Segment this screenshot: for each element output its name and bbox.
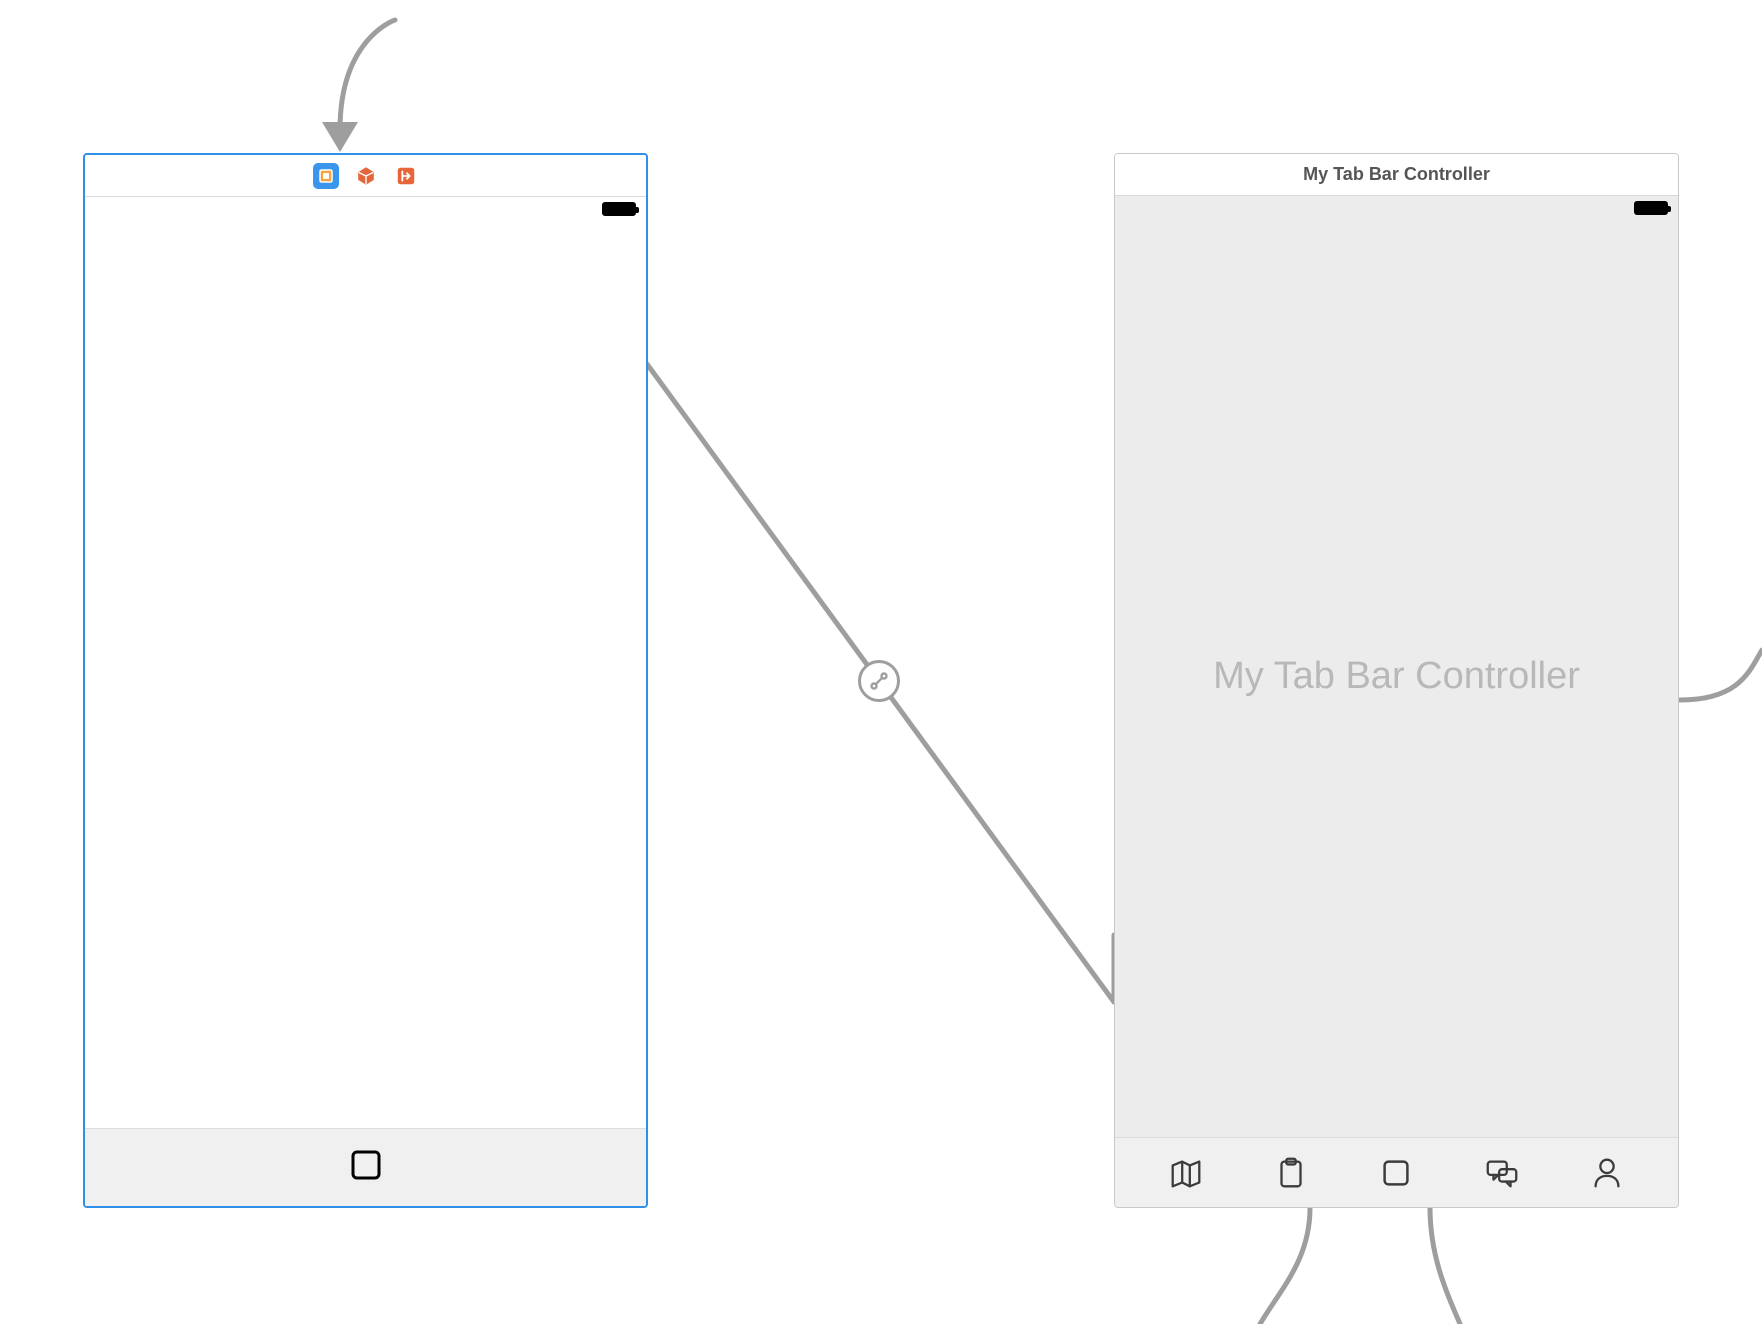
- status-bar: [1115, 196, 1678, 216]
- tab-chat[interactable]: [1480, 1151, 1524, 1195]
- scene-title: My Tab Bar Controller: [1303, 164, 1490, 185]
- status-bar: [85, 197, 646, 217]
- square-icon: [346, 1145, 386, 1190]
- placeholder-label: My Tab Bar Controller: [1213, 655, 1580, 698]
- first-responder-icon[interactable]: [353, 163, 379, 189]
- tab-square[interactable]: [1374, 1151, 1418, 1195]
- tab-bar[interactable]: [1115, 1137, 1678, 1207]
- scene-header[interactable]: [85, 155, 646, 197]
- battery-icon: [602, 202, 636, 216]
- scene-view-controller[interactable]: [83, 153, 648, 1208]
- scene-body[interactable]: [85, 217, 646, 1128]
- exit-icon[interactable]: [393, 163, 419, 189]
- tab-clipboard[interactable]: [1269, 1151, 1313, 1195]
- scene-body[interactable]: My Tab Bar Controller: [1115, 216, 1678, 1137]
- battery-icon: [1634, 201, 1668, 215]
- tab-bar-placeholder[interactable]: [85, 1128, 646, 1206]
- scene-tab-bar-controller[interactable]: My Tab Bar Controller My Tab Bar Control…: [1114, 153, 1679, 1208]
- scene-header[interactable]: My Tab Bar Controller: [1115, 154, 1678, 196]
- tab-map[interactable]: [1164, 1151, 1208, 1195]
- segue-badge[interactable]: [858, 660, 900, 702]
- view-controller-icon[interactable]: [313, 163, 339, 189]
- tab-profile[interactable]: [1585, 1151, 1629, 1195]
